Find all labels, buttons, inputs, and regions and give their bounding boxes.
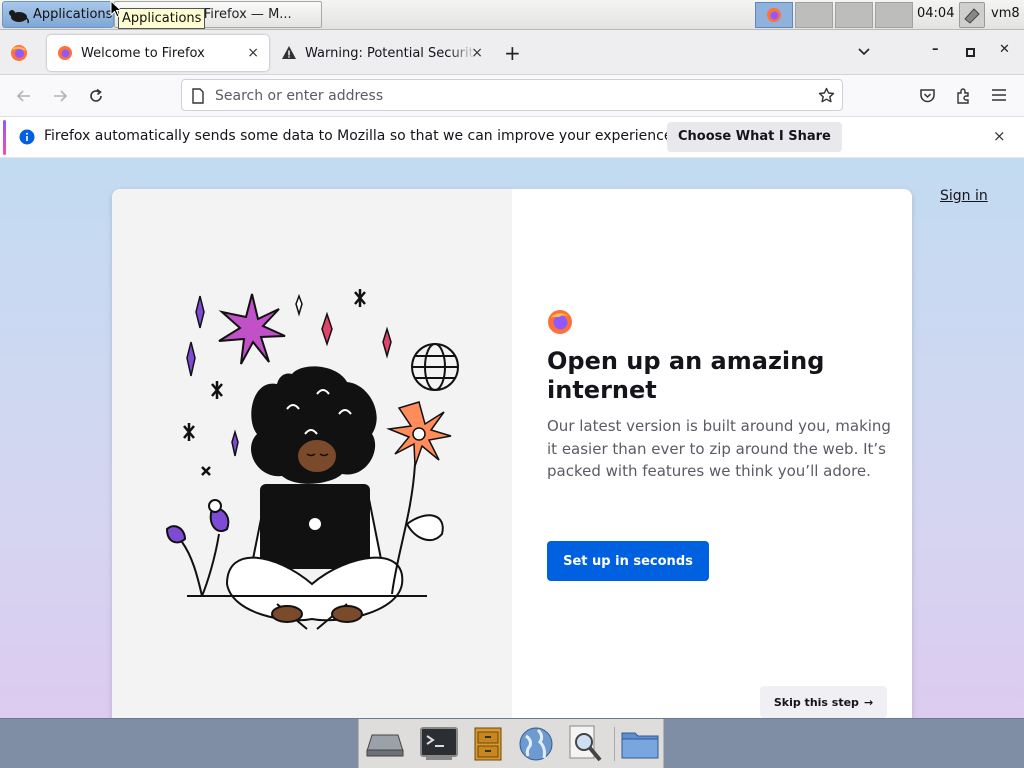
skip-step-label: Skip this step xyxy=(773,695,859,709)
tab-title: Warning: Potential Security Risk Ahead xyxy=(305,45,475,61)
firefox-icon xyxy=(58,46,72,60)
user-name[interactable]: vm8 xyxy=(991,6,1020,21)
info-icon xyxy=(19,129,35,145)
workspace-3[interactable] xyxy=(835,2,873,28)
bottom-dock xyxy=(0,718,1024,768)
launcher-bar xyxy=(358,719,664,768)
welcome-headline: Open up an amazing internet xyxy=(547,347,825,404)
welcome-text-panel: Open up an amazing internet Our latest v… xyxy=(512,189,912,718)
web-browser-icon[interactable] xyxy=(515,723,557,765)
firefox-view-icon[interactable] xyxy=(10,44,28,62)
illustration-panel xyxy=(112,189,512,718)
reload-button[interactable] xyxy=(85,85,107,107)
address-bar[interactable] xyxy=(181,79,843,111)
bookmark-star-icon[interactable] xyxy=(818,87,835,104)
notification-message: Firefox automatically sends some data to… xyxy=(44,128,677,144)
pocket-icon[interactable] xyxy=(919,87,936,104)
url-input[interactable] xyxy=(215,86,805,106)
new-tab-button[interactable]: + xyxy=(504,41,521,65)
welcome-card: Open up an amazing internet Our latest v… xyxy=(112,189,912,718)
back-button[interactable] xyxy=(13,85,35,107)
network-icon[interactable] xyxy=(959,2,985,28)
tab-title: Welcome to Firefox xyxy=(81,45,205,61)
page-icon xyxy=(192,88,204,104)
tab-warning[interactable]: Warning: Potential Security Risk Ahead × xyxy=(271,35,491,71)
close-tab-button[interactable]: × xyxy=(471,45,483,61)
firefox-logo-icon xyxy=(548,310,572,334)
tab-welcome[interactable]: Welcome to Firefox × xyxy=(47,35,269,71)
arrow-left-icon xyxy=(16,90,30,102)
skip-step-button[interactable]: Skip this step → xyxy=(760,686,887,718)
page-content: Sign in Open up an amazing internet Our … xyxy=(0,158,1024,718)
arrow-right-icon: → xyxy=(863,695,874,709)
mouse-logo-icon xyxy=(9,9,29,23)
reload-icon xyxy=(90,88,102,102)
workspace-1[interactable] xyxy=(755,2,793,28)
file-cabinet-icon[interactable] xyxy=(467,723,509,765)
welcome-body-text: Our latest version is built around you, … xyxy=(547,417,891,480)
clock: 04:04 xyxy=(917,6,955,21)
sign-in-link[interactable]: Sign in xyxy=(940,188,988,204)
folder-icon[interactable] xyxy=(619,723,661,765)
hamburger-menu-icon[interactable] xyxy=(991,88,1007,102)
drive-icon[interactable] xyxy=(364,723,406,765)
close-notification-button[interactable]: × xyxy=(993,127,1006,145)
workspace-pager[interactable] xyxy=(755,2,913,28)
notification-accent xyxy=(3,120,6,155)
applications-menu-button[interactable]: Applications xyxy=(2,1,114,28)
choose-what-i-share-button[interactable]: Choose What I Share xyxy=(667,122,842,152)
minimize-button[interactable]: – xyxy=(932,42,939,57)
arrow-right-icon xyxy=(54,90,68,102)
extensions-icon[interactable] xyxy=(955,87,972,104)
applications-label: Applications xyxy=(33,7,113,22)
list-all-tabs-icon[interactable] xyxy=(856,44,872,60)
tab-strip: Welcome to Firefox × Warning: Potential … xyxy=(0,30,1024,75)
maximize-icon[interactable] xyxy=(966,48,975,57)
close-window-button[interactable]: ✕ xyxy=(999,42,1010,57)
set-up-button[interactable]: Set up in seconds xyxy=(547,541,709,581)
data-notification-bar: Firefox automatically sends some data to… xyxy=(0,117,1024,158)
workspace-4[interactable] xyxy=(875,2,913,28)
navigation-bar xyxy=(0,75,1024,117)
warning-icon xyxy=(282,46,296,59)
dock-separator xyxy=(614,727,615,761)
workspace-2[interactable] xyxy=(795,2,833,28)
applications-tooltip: Applications xyxy=(118,8,206,29)
mouse-cursor-icon xyxy=(110,0,122,18)
top-panel: Applications Welcome to Firefox — M... A… xyxy=(0,0,1024,30)
terminal-icon[interactable] xyxy=(418,723,460,765)
firefox-icon xyxy=(767,8,781,22)
forward-button[interactable] xyxy=(49,85,71,107)
person-with-laptop-illustration xyxy=(165,289,459,630)
search-magnifier-icon[interactable] xyxy=(564,723,606,765)
close-tab-button[interactable]: × xyxy=(247,45,259,61)
